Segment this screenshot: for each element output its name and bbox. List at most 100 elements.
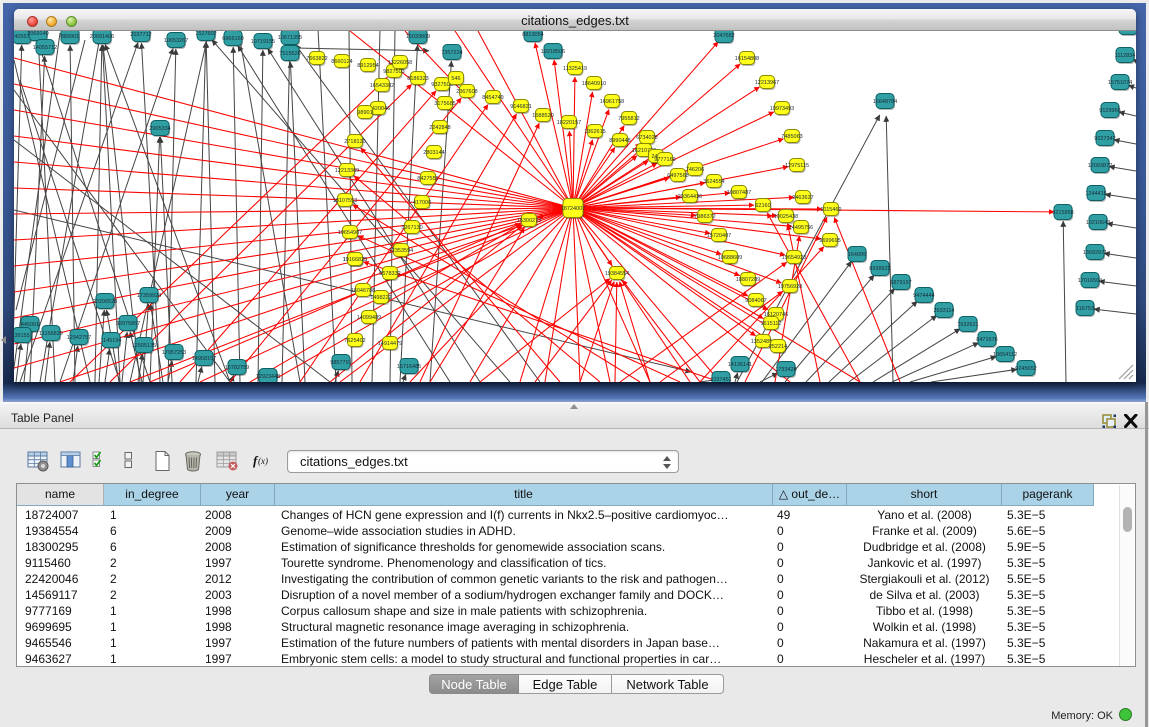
svg-text:15720407: 15720407 [707,233,731,239]
svg-text:2905334: 2905334 [149,126,170,132]
svg-text:13226058: 13226058 [388,60,412,66]
svg-text:546: 546 [451,76,460,82]
svg-text:13692971: 13692971 [1083,250,1107,256]
svg-text:9115460: 9115460 [820,207,841,213]
svg-text:12213369: 12213369 [335,168,359,174]
svg-text:12942757: 12942757 [67,335,91,341]
svg-text:7485063: 7485063 [781,134,802,140]
svg-text:14914479: 14914479 [378,341,402,347]
svg-text:116753: 116753 [1076,306,1094,312]
svg-text:2242848: 2242848 [429,125,450,131]
svg-text:18220157: 18220157 [557,120,581,126]
svg-text:8186323: 8186323 [407,76,428,82]
svg-text:17957253: 17957253 [162,350,186,356]
svg-text:9777169: 9777169 [654,157,675,163]
svg-text:2367608: 2367608 [456,89,477,95]
svg-text:6966160: 6966160 [222,36,243,42]
svg-text:1145194: 1145194 [100,338,121,344]
svg-text:7955812: 7955812 [618,116,639,122]
svg-text:1112834: 1112834 [1115,53,1136,59]
svg-text:2069140: 2069140 [27,31,48,37]
svg-text:11325419: 11325419 [563,66,587,72]
svg-text:3175685: 3175685 [434,101,455,107]
svg-text:6497568: 6497568 [667,173,688,179]
svg-text:3624554: 3624554 [703,179,724,185]
svg-text:9857791: 9857791 [330,360,351,366]
svg-text:2933114: 2933114 [933,308,954,314]
svg-text:8813054: 8813054 [522,32,543,38]
svg-text:417006: 417006 [413,200,431,206]
svg-text:15300273: 15300273 [517,218,541,224]
svg-text:12975115: 12975115 [785,163,809,169]
svg-text:6879197: 6879197 [890,280,911,286]
svg-text:9084067: 9084067 [745,298,766,304]
svg-text:18640910: 18640910 [582,81,606,87]
svg-text:6734028: 6734028 [636,135,657,141]
svg-text:1733426: 1733426 [775,367,796,373]
svg-text:1615112: 1615112 [760,321,781,327]
svg-text:9227342: 9227342 [1094,136,1115,142]
svg-text:10025438: 10025438 [774,214,798,220]
svg-text:8471676: 8471676 [976,337,997,343]
svg-text:8660124: 8660124 [331,59,352,65]
svg-text:19654987: 19654987 [338,230,362,236]
svg-text:20206528: 20206528 [93,299,117,305]
svg-text:1362615: 1362615 [584,129,605,135]
svg-text:16648784: 16648784 [873,99,897,105]
svg-text:19654923: 19654923 [782,255,806,261]
svg-text:16033809: 16033809 [406,34,430,40]
svg-text:7663822: 7663822 [306,56,327,62]
svg-text:12505135: 12505135 [132,343,156,349]
svg-text:16782759: 16782759 [225,365,249,371]
svg-text:8427552: 8427552 [417,176,438,182]
svg-text:7515526: 7515526 [279,51,300,57]
svg-text:19384554: 19384554 [605,271,629,277]
svg-text:17016504: 17016504 [1078,278,1102,284]
svg-text:10688609: 10688609 [718,255,742,261]
svg-text:17359924: 17359924 [137,293,161,299]
svg-text:2037712: 2037712 [130,32,151,38]
svg-text:10719155: 10719155 [251,39,275,45]
svg-text:16961758: 16961758 [600,99,624,105]
svg-text:12213967: 12213967 [755,80,779,86]
svg-text:10654112: 10654112 [993,352,1017,358]
svg-text:9474444: 9474444 [913,293,934,299]
svg-text:10807487: 10807487 [727,190,751,196]
svg-text:889901: 889901 [61,34,79,40]
svg-text:9146821: 9146821 [510,104,531,110]
svg-text:20364436: 20364436 [678,194,702,200]
svg-text:7986372: 7986372 [694,214,715,220]
svg-text:12353594: 12353594 [389,248,413,254]
svg-text:8938923: 8938923 [869,266,890,272]
svg-text:12923448: 12923448 [256,374,280,380]
svg-text:164095: 164095 [848,252,866,258]
svg-text:20691406: 20691406 [90,34,114,40]
svg-text:5578332: 5578332 [379,271,400,277]
svg-text:10671355: 10671355 [278,35,302,41]
svg-text:8990448: 8990448 [609,138,630,144]
svg-text:16154808: 16154808 [735,56,759,62]
svg-text:14099489: 14099489 [357,315,381,321]
svg-text:10973493: 10973493 [770,106,794,112]
svg-text:1527602: 1527602 [195,31,216,37]
svg-text:14055712: 14055712 [33,45,57,51]
svg-text:18807289: 18807289 [736,277,760,283]
svg-text:8912954: 8912954 [357,63,378,69]
svg-text:8454749: 8454749 [482,95,503,101]
svg-text:19756928: 19756928 [778,284,802,290]
svg-text:16046788: 16046788 [351,288,375,294]
svg-text:7632621: 7632621 [957,322,978,328]
svg-text:3215958: 3215958 [1052,210,1073,216]
svg-text:1244415: 1244415 [1085,191,1106,197]
svg-text:14136141: 14136141 [728,362,752,368]
svg-text:14495756: 14495756 [789,225,813,231]
svg-text:39975867: 39975867 [116,321,140,327]
svg-text:19166825: 19166825 [343,257,367,263]
svg-text:3267130: 3267130 [401,225,422,231]
svg-text:2047682: 2047682 [713,33,734,39]
svg-text:252214: 252214 [769,344,787,350]
svg-text:2803144: 2803144 [423,150,444,156]
svg-text:98901: 98901 [357,110,372,116]
svg-text:1588520: 1588520 [532,113,553,119]
svg-text:9463627: 9463627 [792,195,813,201]
